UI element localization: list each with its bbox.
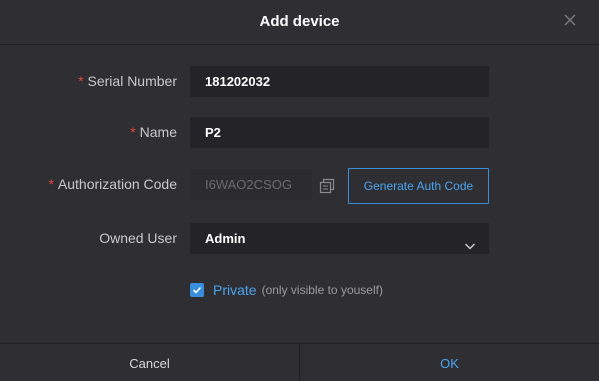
owned-user-label: Owned User xyxy=(99,230,177,246)
authorization-code-label: * Authorization Code xyxy=(48,176,177,192)
dialog-title: Add device xyxy=(259,13,340,30)
serial-number-input[interactable]: 181202032 xyxy=(190,66,489,97)
required-marker: * xyxy=(130,124,136,140)
cancel-button[interactable]: Cancel xyxy=(0,344,299,381)
owned-user-value: Admin xyxy=(205,231,246,246)
serial-number-label: * Serial Number xyxy=(78,73,177,89)
required-marker: * xyxy=(78,73,84,89)
close-icon[interactable] xyxy=(562,12,578,28)
generate-auth-code-button[interactable]: Generate Auth Code xyxy=(348,168,489,204)
chevron-down-icon xyxy=(464,233,476,250)
name-label: * Name xyxy=(130,124,177,140)
dialog-footer: Cancel OK xyxy=(0,343,599,381)
private-hint: (only visible to youself) xyxy=(261,283,383,297)
authorization-code-input: I6WAO2CSOG xyxy=(190,169,312,200)
private-checkbox[interactable] xyxy=(190,283,204,297)
checkmark-icon xyxy=(192,286,202,294)
private-label[interactable]: Private xyxy=(213,282,257,298)
add-device-dialog: Add device * Serial Number 181202032 * Nam… xyxy=(0,0,599,381)
required-marker: * xyxy=(48,176,54,192)
copy-icon[interactable] xyxy=(318,177,336,195)
owned-user-select[interactable]: Admin xyxy=(190,223,489,254)
private-option: Private (only visible to youself) xyxy=(190,280,383,300)
dialog-header: Add device xyxy=(0,0,599,45)
name-input[interactable]: P2 xyxy=(190,117,489,148)
ok-button[interactable]: OK xyxy=(300,344,599,381)
